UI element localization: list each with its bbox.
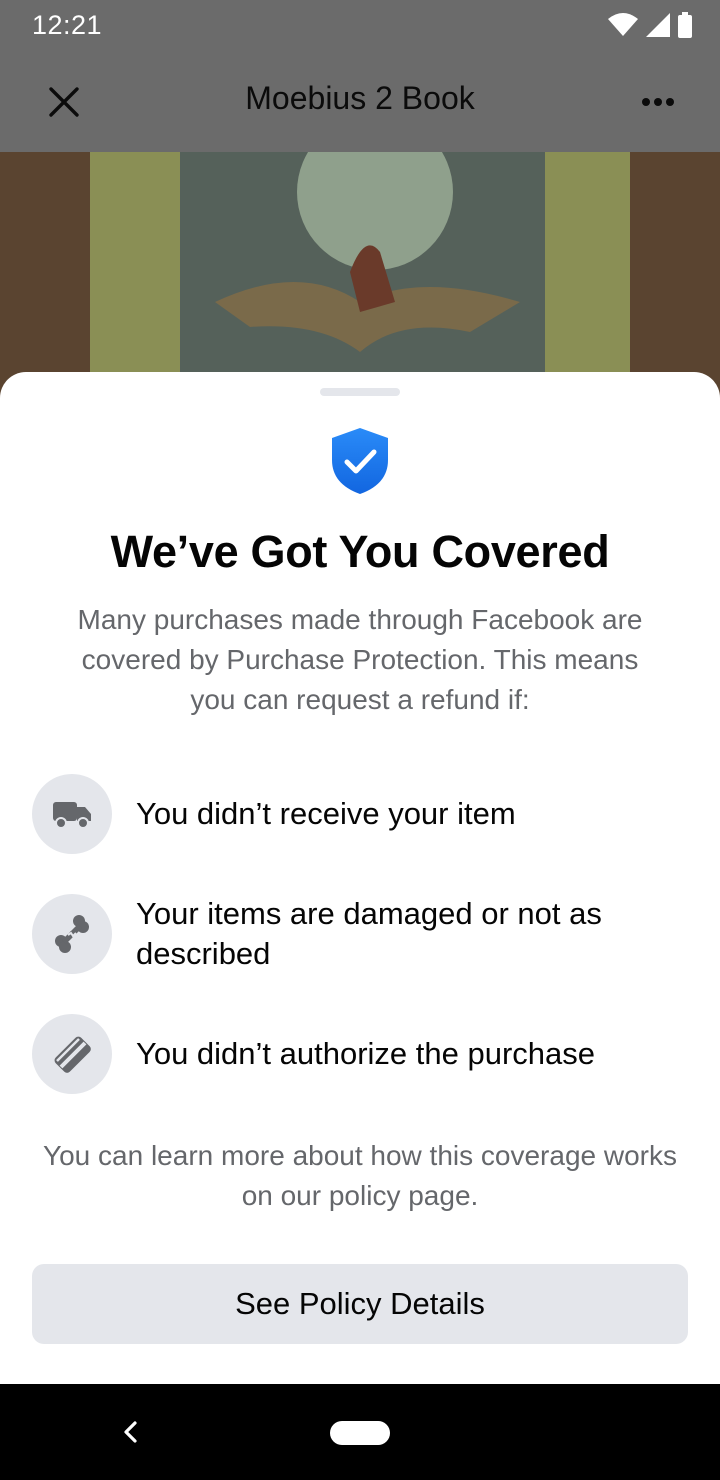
more-options-button[interactable]: [634, 78, 682, 126]
status-time: 12:21: [32, 10, 103, 40]
nav-home-pill[interactable]: [330, 1421, 390, 1445]
broken-bone-icon: [55, 915, 89, 953]
reason-label: You didn’t authorize the purchase: [136, 1036, 596, 1071]
battery-icon: [678, 12, 692, 38]
status-bar: 12:21: [0, 0, 720, 52]
truck-icon: [53, 802, 91, 829]
sheet-intro: Many purchases made through Facebook are…: [77, 604, 643, 715]
reason-icon-bubble: [32, 774, 112, 854]
page-title: Moebius 2 Book: [245, 80, 475, 116]
drag-handle[interactable]: [320, 388, 400, 396]
see-policy-details-button[interactable]: See Policy Details: [32, 1264, 688, 1344]
reason-label: You didn’t receive your item: [136, 796, 516, 831]
reason-item-damaged: Your items are damaged or not as describ…: [32, 894, 692, 974]
purchase-protection-sheet: We’ve Got You Covered Many purchases mad…: [0, 372, 720, 1384]
reason-icon-bubble: [32, 1014, 112, 1094]
shield-check-icon: [332, 428, 388, 494]
app-header: Moebius 2 Book: [0, 52, 720, 152]
reason-item-not-received: You didn’t receive your item: [32, 774, 692, 854]
wifi-icon: [608, 13, 638, 36]
more-options-icon: [642, 98, 674, 106]
nav-back-button[interactable]: [114, 1416, 146, 1448]
back-chevron-icon: [124, 1421, 137, 1443]
reason-item-unauthorized: You didn’t authorize the purchase: [32, 1014, 692, 1094]
policy-footnote: You can learn more about how this covera…: [43, 1140, 677, 1211]
system-navigation-bar: [0, 1384, 720, 1480]
credit-card-slash-icon: [54, 1036, 91, 1073]
cellular-signal-icon: [646, 13, 670, 37]
sheet-title: We’ve Got You Covered: [110, 526, 610, 577]
reason-icon-bubble: [32, 894, 112, 974]
status-icons: [608, 12, 692, 38]
reason-label: Your items are damaged or not as describ…: [136, 896, 602, 971]
